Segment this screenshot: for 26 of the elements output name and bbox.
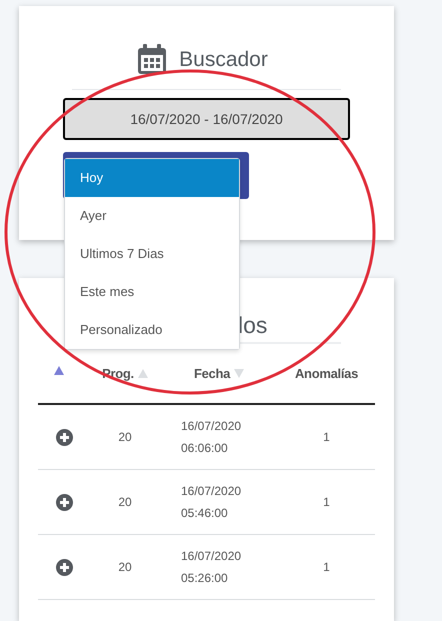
expand-icon[interactable] bbox=[56, 558, 72, 576]
card-title: Buscador bbox=[179, 46, 268, 72]
table-cell-text: 05:46:00 bbox=[181, 505, 229, 522]
table-cell-text: 20 bbox=[118, 559, 132, 576]
date-range-field[interactable]: 16/07/2020 - 16/07/2020 bbox=[63, 98, 350, 140]
menu-item[interactable]: Ultimos 7 Dias bbox=[65, 235, 239, 273]
expand-icon[interactable] bbox=[56, 428, 72, 446]
column-header[interactable]: Fecha bbox=[194, 364, 230, 384]
expand-icon[interactable] bbox=[56, 494, 72, 510]
table-cell-text: 06:06:00 bbox=[181, 440, 229, 457]
table-cell-text: 05:26:00 bbox=[181, 570, 229, 587]
menu-item[interactable]: Este mes bbox=[65, 273, 239, 311]
table-cell-text: 20 bbox=[118, 494, 132, 511]
menu-item[interactable]: Hoy bbox=[65, 159, 239, 197]
table-cell-text: 20 bbox=[118, 429, 132, 446]
table-cell-text: 16/07/2020 bbox=[181, 483, 242, 500]
table-cell-text: 1 bbox=[323, 429, 330, 446]
sort-arrow-icon[interactable] bbox=[54, 366, 64, 375]
table-cell-text: 1 bbox=[323, 559, 330, 576]
table-cell-text: 16/07/2020 bbox=[181, 418, 242, 435]
table-cell-text: 16/07/2020 bbox=[181, 548, 242, 565]
table-cell-text: 1 bbox=[323, 494, 330, 511]
column-header[interactable]: Anomalías bbox=[294, 364, 358, 384]
menu-item[interactable]: Ayer bbox=[65, 197, 239, 235]
calendar-icon bbox=[137, 44, 168, 75]
menu-item[interactable]: Personalizado bbox=[65, 311, 239, 349]
